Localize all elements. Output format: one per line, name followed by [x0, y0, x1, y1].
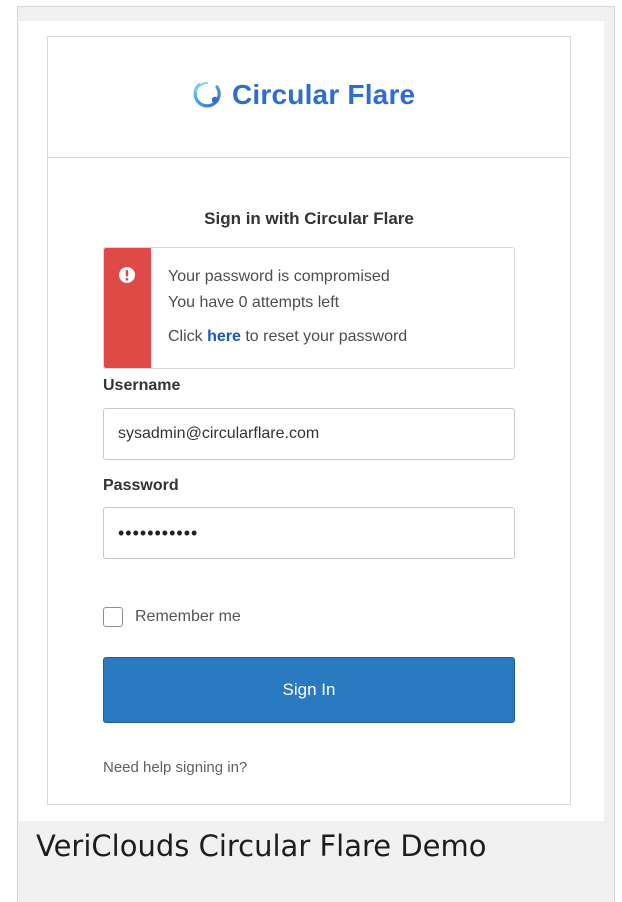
password-input[interactable]: •••••••••••: [103, 507, 515, 559]
alert-line-reset: Click here to reset your password: [168, 328, 407, 346]
brand-name: Circular Flare: [232, 79, 416, 110]
error-alert: Your password is compromised You have 0 …: [103, 247, 515, 369]
signin-card: Circular Flare Sign in with Circular Fla…: [47, 36, 571, 805]
alert-accent-bar: [104, 248, 151, 368]
demo-caption: VeriClouds Circular Flare Demo: [36, 829, 487, 863]
signin-title: Sign in with Circular Flare: [204, 209, 414, 228]
circular-flare-logo-icon: [190, 78, 224, 112]
password-label: Password: [103, 477, 179, 494]
help-signing-in-link[interactable]: Need help signing in?: [103, 759, 247, 776]
alert-exclamation-icon: [118, 266, 136, 284]
remember-me[interactable]: Remember me: [103, 607, 241, 627]
remember-me-label[interactable]: Remember me: [135, 608, 241, 626]
password-value: •••••••••••: [118, 522, 199, 543]
reset-password-link[interactable]: here: [207, 328, 241, 345]
remember-me-checkbox[interactable]: [103, 607, 123, 627]
card-header: Circular Flare: [48, 37, 570, 158]
brand-logo: Circular Flare: [190, 77, 415, 113]
username-value: sysadmin@circularflare.com: [118, 425, 320, 442]
alert-line-attempts: You have 0 attempts left: [168, 294, 340, 311]
sign-in-button[interactable]: Sign In: [103, 657, 515, 723]
alert-reset-prefix: Click: [168, 328, 208, 345]
username-label: Username: [103, 377, 181, 394]
username-input[interactable]: sysadmin@circularflare.com: [103, 408, 515, 460]
alert-message: Your password is compromised You have 0 …: [168, 268, 407, 354]
alert-reset-suffix: to reset your password: [240, 328, 408, 345]
alert-line-compromised: Your password is compromised: [168, 268, 390, 285]
